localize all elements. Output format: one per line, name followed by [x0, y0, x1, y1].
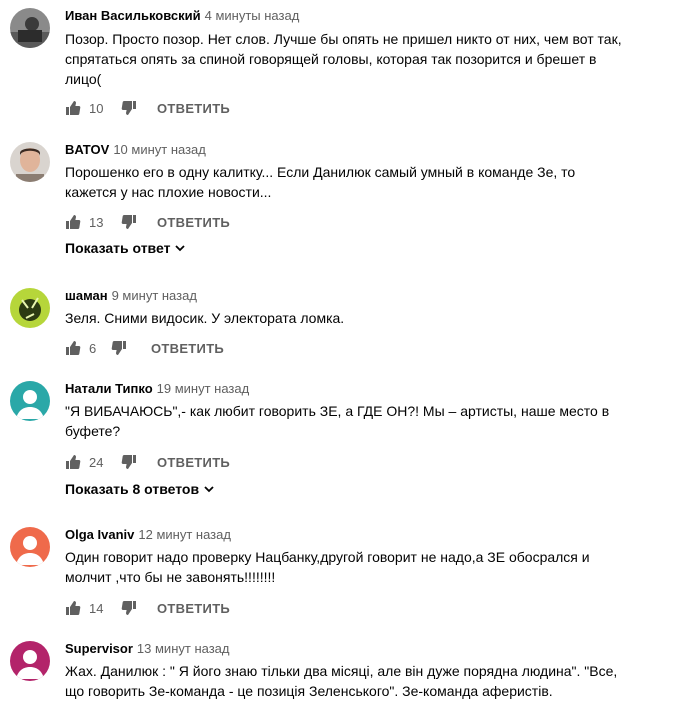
- author-name[interactable]: Olga Ivaniv: [65, 527, 134, 542]
- reply-button[interactable]: ОТВЕТИТЬ: [157, 212, 230, 232]
- author-name[interactable]: Натали Типко: [65, 381, 153, 396]
- author-name[interactable]: Supervisor: [65, 641, 133, 656]
- comment-header: Supervisor 13 минут назад: [65, 641, 229, 657]
- chevron-down-icon: [204, 486, 214, 493]
- avatar[interactable]: [10, 527, 50, 567]
- show-replies-button[interactable]: Показать ответ: [65, 240, 186, 256]
- comment-time[interactable]: 9 минут назад: [112, 288, 197, 303]
- thumbs-up-icon[interactable]: [65, 452, 81, 472]
- author-name[interactable]: Иван Васильковский: [65, 8, 201, 23]
- comment-header: Иван Васильковский 4 минуты назад: [65, 8, 299, 24]
- show-replies-button[interactable]: Показать 8 ответов: [65, 481, 215, 497]
- like-count: 13: [89, 214, 104, 230]
- comment-header: шаман 9 минут назад: [65, 288, 197, 304]
- comment-time[interactable]: 12 минут назад: [138, 527, 231, 542]
- thumbs-down-icon[interactable]: [121, 212, 137, 232]
- reply-button[interactable]: ОТВЕТИТЬ: [157, 98, 230, 118]
- comment-text: "Я ВИБАЧАЮСЬ",- как любит говорить ЗЕ, а…: [65, 403, 610, 439]
- comment-text: Порошенко его в одну калитку... Если Дан…: [65, 164, 576, 200]
- reply-button[interactable]: ОТВЕТИТЬ: [157, 598, 230, 618]
- comment-header: BATOV 10 минут назад: [65, 142, 206, 158]
- thumbs-down-icon[interactable]: [121, 98, 137, 118]
- avatar[interactable]: [10, 288, 50, 328]
- thumbs-down-icon[interactable]: [121, 452, 137, 472]
- comment-time[interactable]: 10 минут назад: [113, 142, 206, 157]
- comment-time[interactable]: 4 минуты назад: [205, 8, 300, 23]
- show-replies-label: Показать 8 ответов: [65, 481, 200, 497]
- like-count: 14: [89, 600, 104, 616]
- reply-button[interactable]: ОТВЕТИТЬ: [157, 452, 230, 472]
- chevron-down-icon: [175, 245, 186, 252]
- comment-time[interactable]: 13 минут назад: [137, 641, 230, 656]
- show-replies-label: Показать ответ: [65, 240, 171, 256]
- comment-time[interactable]: 19 минут назад: [157, 381, 250, 396]
- reply-button[interactable]: ОТВЕТИТЬ: [151, 338, 224, 358]
- author-name[interactable]: шаман: [65, 288, 108, 303]
- thumbs-up-icon[interactable]: [65, 212, 81, 232]
- thumbs-up-icon[interactable]: [65, 598, 81, 618]
- avatar[interactable]: [10, 8, 50, 48]
- comment-text: Жах. Данилюк : " Я його знаю тільки два …: [65, 663, 618, 699]
- thumbs-down-icon[interactable]: [111, 338, 127, 358]
- thumbs-up-icon[interactable]: [65, 98, 81, 118]
- comment-header: Olga Ivaniv 12 минут назад: [65, 527, 231, 543]
- thumbs-down-icon[interactable]: [121, 598, 137, 618]
- avatar[interactable]: [10, 381, 50, 421]
- like-count: 24: [89, 454, 104, 470]
- thumbs-up-icon[interactable]: [65, 338, 81, 358]
- comment-text: Зеля. Сними видосик. У электората ломка.: [65, 310, 345, 326]
- comment-text: Позор. Просто позор. Нет слов. Лучше бы …: [65, 31, 622, 87]
- avatar[interactable]: [10, 641, 50, 681]
- avatar[interactable]: [10, 142, 50, 182]
- author-name[interactable]: BATOV: [65, 142, 109, 157]
- comment-header: Натали Типко 19 минут назад: [65, 381, 249, 397]
- like-count: 10: [89, 100, 104, 116]
- like-count: 6: [89, 340, 97, 356]
- comment-text: Один говорит надо проверку Нацбанку,друг…: [65, 549, 590, 585]
